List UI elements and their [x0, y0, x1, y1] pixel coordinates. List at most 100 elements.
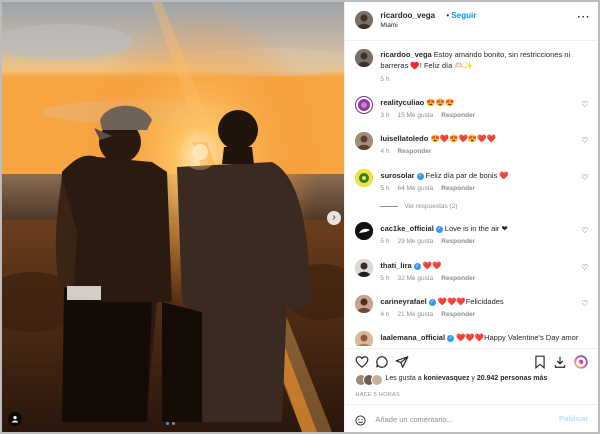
verified-badge-icon: ✓	[413, 262, 421, 270]
reply-button[interactable]: Responder	[441, 112, 475, 119]
browser-window: › ricardoo_vega • Seguir Miami ··· ricar…	[0, 0, 600, 434]
comment-avatar[interactable]	[355, 132, 374, 150]
comment-time: 5 h	[380, 275, 390, 282]
publish-button[interactable]: Publicar	[559, 414, 589, 423]
heart-icon[interactable]	[355, 355, 369, 369]
comment-item: laalemana_official ✓ ❤️❤️❤️Happy Valentine…	[345, 331, 598, 346]
comment-text: laalemana_official ✓ ❤️❤️❤️Happy Valentine…	[380, 332, 580, 343]
comment-avatar[interactable]	[355, 259, 374, 277]
comment-avatar[interactable]	[355, 169, 374, 187]
verified-badge-icon: ✓	[428, 298, 436, 306]
comment-likes[interactable]: 32 Me gusta	[397, 275, 433, 282]
like-comment-heart-icon[interactable]: ♡	[581, 299, 588, 308]
like-comment-heart-icon[interactable]: ♡	[581, 136, 588, 145]
reply-button[interactable]: Responder	[441, 311, 475, 318]
like-comment-heart-icon[interactable]: ♡	[581, 226, 588, 235]
carousel-dot-active	[166, 422, 169, 425]
comment-username[interactable]: realityculiao	[380, 98, 424, 107]
separator-dot: •	[446, 11, 450, 20]
post-photo[interactable]: ›	[2, 2, 345, 432]
verified-badge-icon: ✓	[447, 334, 455, 342]
carousel-dot	[172, 422, 175, 425]
post-location[interactable]: Miami	[380, 22, 397, 29]
comment-text: luisellatoledo 😍❤️😍❤️😍❤️❤️	[380, 133, 580, 144]
likes-prefix: Les gusta a	[385, 375, 424, 382]
emoji-icon[interactable]	[355, 413, 366, 426]
comment-time: 5 h	[380, 238, 390, 245]
view-replies-button[interactable]: Ver respuestas (2)	[380, 203, 458, 210]
reply-button[interactable]: Responder	[397, 148, 431, 155]
comment-time: 3 h	[380, 112, 390, 119]
comment-avatar[interactable]	[355, 222, 374, 240]
comment-username[interactable]: surosolar	[380, 171, 414, 180]
comment-avatar[interactable]	[355, 295, 374, 313]
comment-icon[interactable]	[375, 355, 389, 369]
like-comment-heart-icon[interactable]: ♡	[581, 263, 588, 272]
more-horizontal-icon[interactable]: ···	[577, 12, 590, 23]
comment-body: Feliz día par de bonis ❤️	[425, 171, 509, 180]
comment-likes[interactable]: 15 Me gusta	[397, 112, 433, 119]
post-action-bar	[345, 348, 599, 373]
likes-middle: y	[469, 375, 477, 382]
comment-username[interactable]: luisellatoledo	[380, 134, 428, 143]
comment-body: ❤️❤️	[422, 261, 442, 270]
bookmark-icon[interactable]	[533, 355, 547, 370]
add-comment-bar: Publicar	[345, 404, 599, 433]
next-photo-chevron-icon[interactable]: ›	[327, 211, 341, 225]
comment-time: 4 h	[380, 311, 390, 318]
verified-badge-icon: ✓	[416, 172, 424, 180]
caption-time: 5 h	[380, 76, 390, 83]
comment-meta: 4 h 21 Me gusta Responder	[380, 311, 475, 318]
replies-line	[380, 205, 399, 207]
follow-button[interactable]: Seguir	[451, 11, 476, 20]
verified-badge-icon: ✓	[435, 225, 443, 233]
comment-username[interactable]: carineyrafael	[380, 297, 426, 306]
reply-button[interactable]: Responder	[441, 275, 475, 282]
comment-item: realityculiao 😍😍😍 3 h 15 Me gusta Responde…	[345, 96, 598, 126]
caption-username[interactable]: ricardoo_vega	[380, 50, 431, 59]
comment-input[interactable]	[373, 411, 538, 427]
reply-button[interactable]: Responder	[441, 185, 475, 192]
instagram-gradient-icon[interactable]	[574, 355, 589, 369]
comment-body: ❤️❤️❤️Happy Valentine's Day amor	[456, 333, 579, 342]
caption-text: ricardoo_vega Estoy amando bonito, sin r…	[380, 49, 580, 71]
comment-avatar[interactable]	[355, 96, 374, 114]
comment-likes[interactable]: 21 Me gusta	[397, 311, 433, 318]
sunset-photo	[2, 2, 345, 432]
likes-text: Les gusta a konievasquez y 20.942 person…	[385, 375, 547, 382]
liker-username[interactable]: konievasquez	[424, 375, 470, 382]
comment-username[interactable]: cac1ke_official	[380, 224, 433, 233]
comment-text: thati_lira ✓ ❤️❤️	[380, 260, 580, 271]
caption-avatar[interactable]	[355, 49, 374, 67]
post-details-panel: ricardoo_vega • Seguir Miami ··· ricardo…	[344, 2, 599, 433]
comment-text: surosolar ✓ Feliz día par de bonis ❤️	[380, 170, 580, 181]
liker-avatar	[371, 374, 384, 386]
comment-item: cac1ke_official ✓ Love is in the air ❤ 5 h…	[345, 222, 598, 252]
comment-time: 4 h	[380, 148, 390, 155]
author-avatar[interactable]	[355, 11, 374, 29]
post-timestamp[interactable]: HACE 5 HORAS	[355, 392, 400, 398]
send-icon[interactable]	[395, 355, 409, 369]
comments-list[interactable]: ricardoo_vega Estoy amando bonito, sin r…	[345, 41, 598, 346]
comment-likes[interactable]: 29 Me gusta	[397, 238, 433, 245]
reply-button[interactable]: Responder	[441, 238, 475, 245]
comment-body: ❤️❤️❤️Felicidades	[437, 297, 504, 306]
comment-item: surosolar ✓ Feliz día par de bonis ❤️ 5 h 6…	[345, 169, 598, 215]
comment-meta: 4 h Responder	[380, 148, 431, 155]
view-replies-label[interactable]: Ver respuestas (2)	[404, 203, 457, 210]
comment-body: Love is in the air ❤	[444, 224, 508, 233]
comment-username[interactable]: thati_lira	[380, 261, 411, 270]
comment-item: carineyrafael ✓ ❤️❤️❤️Felicidades 4 h 21 Me…	[345, 295, 598, 325]
comment-meta: 5 h 32 Me gusta Responder	[380, 275, 475, 282]
comment-username[interactable]: laalemana_official	[380, 333, 445, 342]
like-comment-heart-icon[interactable]: ♡	[581, 100, 588, 109]
download-icon[interactable]	[553, 355, 567, 369]
comment-avatar[interactable]	[355, 331, 374, 346]
user-tag-icon[interactable]	[8, 412, 22, 426]
like-comment-heart-icon[interactable]: ♡	[581, 173, 588, 182]
comment-text: carineyrafael ✓ ❤️❤️❤️Felicidades	[380, 296, 580, 307]
carousel-indicator	[166, 422, 175, 425]
author-username[interactable]: ricardoo_vega	[380, 11, 435, 20]
comment-likes[interactable]: 64 Me gusta	[397, 185, 433, 192]
likes-count[interactable]: 20.942 personas más	[477, 375, 547, 382]
